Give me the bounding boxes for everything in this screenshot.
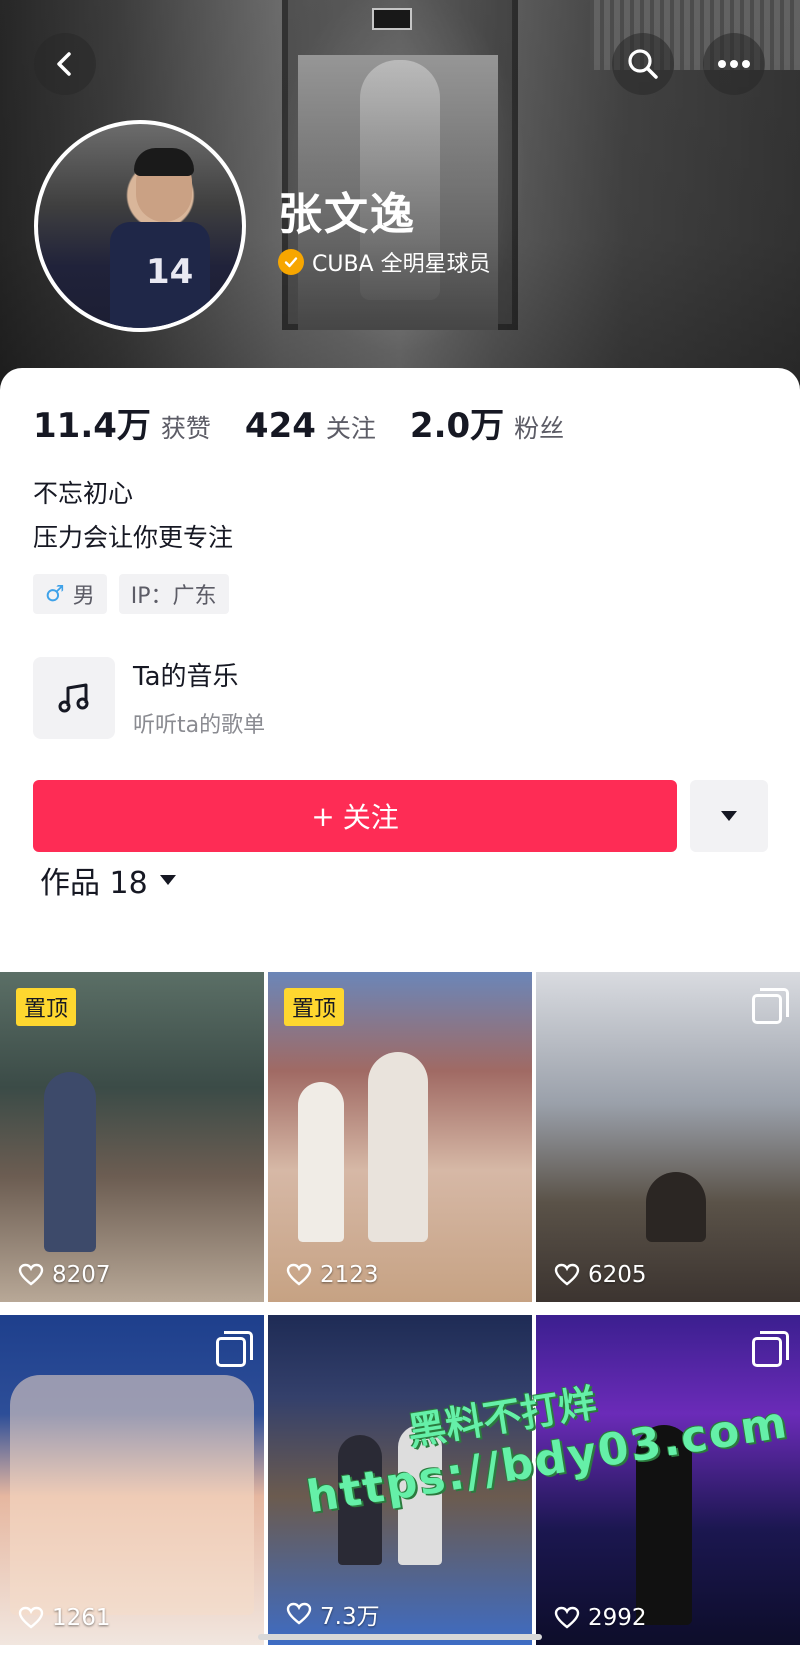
bio-line: 压力会让你更专注 [33, 523, 234, 552]
tags-row: ♂ 男 IP：广东 [33, 574, 229, 614]
verified-icon [278, 249, 304, 275]
back-button[interactable] [34, 33, 96, 95]
avatar[interactable]: 14 [34, 120, 246, 332]
stat-likes[interactable]: 11.4万 获赞 [33, 398, 211, 447]
stat-label: 粉丝 [514, 414, 565, 443]
like-count-value: 2992 [588, 1605, 647, 1631]
search-icon [628, 49, 658, 79]
heart-icon [286, 1602, 312, 1625]
heart-icon [554, 1263, 580, 1286]
profile-name: 张文逸 [278, 189, 416, 240]
works-grid: 置顶 8207 置顶 2123 6205 1261 7.3万 2992 [0, 972, 800, 1654]
stat-following[interactable]: 424 关注 [245, 406, 376, 446]
thumb-figure [44, 1072, 96, 1252]
ip-tag: IP：广东 [118, 574, 229, 614]
search-button[interactable] [612, 33, 674, 95]
ip-text: IP：广东 [130, 584, 217, 609]
heart-icon [554, 1606, 580, 1629]
like-count: 2992 [554, 1605, 647, 1631]
stat-value: 424 [244, 406, 316, 446]
more-dots-icon [718, 60, 750, 68]
thumb-team [10, 1375, 254, 1615]
stat-value: 11.4万 [33, 406, 151, 446]
stat-label: 获赞 [160, 414, 211, 443]
multi-image-icon [752, 988, 789, 1024]
bio-line: 不忘初心 [33, 479, 134, 508]
video-thumbnail[interactable]: 置顶 2123 [268, 972, 532, 1302]
thumb-figure [646, 1172, 706, 1242]
music-entry[interactable]: Ta的音乐 听听ta的歌单 [33, 656, 265, 739]
verify-text: CUBA 全明星球员 [312, 252, 491, 277]
avatar-hair [134, 148, 194, 176]
video-thumbnail[interactable]: 6205 [536, 972, 800, 1302]
chevron-left-icon [57, 52, 71, 76]
like-count: 1261 [18, 1605, 111, 1631]
thumb-figure [298, 1082, 344, 1242]
like-count: 8207 [18, 1262, 111, 1288]
caret-down-icon [721, 811, 737, 821]
stat-followers[interactable]: 2.0万 粉丝 [410, 398, 564, 447]
male-icon: ♂ [45, 581, 65, 607]
like-count: 7.3万 [286, 1597, 380, 1631]
like-count-value: 8207 [52, 1262, 111, 1288]
like-count-value: 2123 [320, 1262, 379, 1288]
works-label: 作品 18 [40, 866, 148, 901]
avatar-jersey-number: 14 [146, 252, 194, 292]
bio: 不忘初心 压力会让你更专注 [33, 472, 233, 560]
music-note-icon [33, 656, 115, 739]
caret-down-icon [159, 875, 176, 885]
music-text: Ta的音乐 听听ta的歌单 [133, 656, 265, 739]
plus-icon: + [311, 799, 335, 833]
like-count-value: 7.3万 [320, 1604, 380, 1630]
pinned-badge: 置顶 [16, 988, 77, 1026]
tab-works[interactable]: 作品 18 [40, 858, 178, 902]
video-thumbnail[interactable]: 置顶 8207 [0, 972, 264, 1302]
like-count: 6205 [554, 1262, 647, 1288]
thumb-figure [368, 1052, 428, 1242]
follow-label: 关注 [342, 801, 399, 834]
follow-button[interactable]: + 关注 [33, 780, 677, 852]
heart-icon [286, 1263, 312, 1286]
more-button[interactable] [703, 33, 765, 95]
heart-icon [18, 1606, 44, 1629]
gender-text: 男 [72, 584, 95, 609]
scroll-indicator [258, 1634, 542, 1640]
heart-icon [18, 1263, 44, 1286]
stat-label: 关注 [325, 414, 376, 443]
verify-row: CUBA 全明星球员 [278, 246, 491, 278]
video-thumbnail[interactable]: 1261 [0, 1315, 264, 1645]
works-tab-row: 作品 18 [40, 858, 178, 902]
music-title: Ta的音乐 [133, 662, 239, 692]
stat-value: 2.0万 [409, 406, 505, 446]
gender-tag: ♂ 男 [33, 574, 107, 614]
stats-row: 11.4万 获赞 424 关注 2.0万 粉丝 [33, 398, 564, 447]
recommend-dropdown-button[interactable] [690, 780, 768, 852]
like-count-value: 1261 [52, 1605, 111, 1631]
like-count-value: 6205 [588, 1262, 647, 1288]
like-count: 2123 [286, 1262, 379, 1288]
music-subtitle: 听听ta的歌单 [133, 713, 266, 738]
pinned-badge: 置顶 [284, 988, 345, 1026]
multi-image-icon [216, 1331, 253, 1367]
profile-page: 14 张文逸 CUBA 全明星球员 11.4万 获赞 424 关注 2.0万 粉… [0, 0, 800, 1654]
